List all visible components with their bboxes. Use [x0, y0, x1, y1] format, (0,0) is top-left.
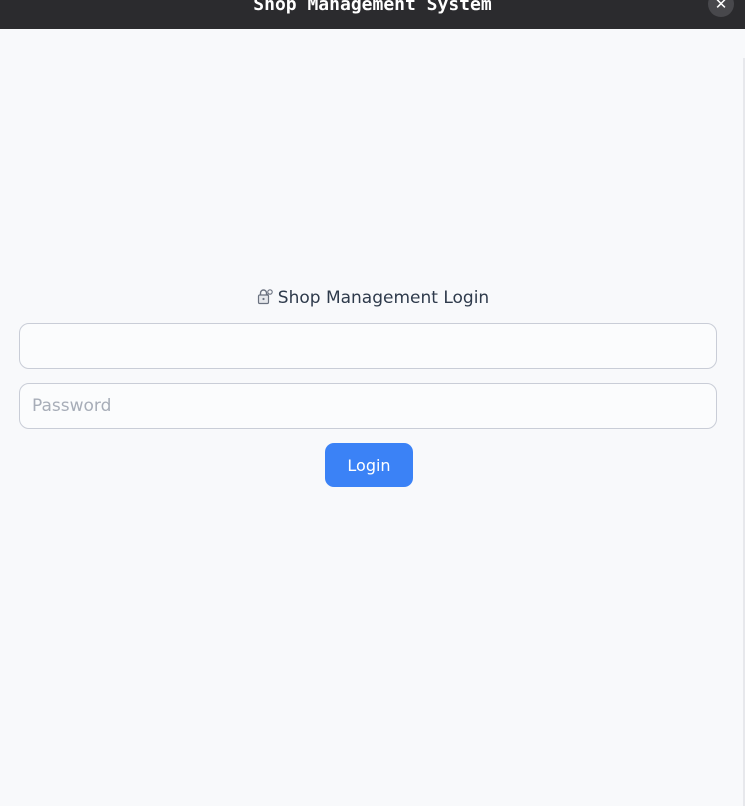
- title-bar: Shop Management System ✕: [0, 0, 745, 29]
- login-heading: Shop Management Login: [0, 288, 745, 310]
- username-field[interactable]: [19, 323, 717, 369]
- login-page: Shop Management Login Login: [0, 29, 745, 806]
- lock-icon: [256, 288, 273, 310]
- login-heading-text: Shop Management Login: [277, 288, 490, 308]
- window-title: Shop Management System: [253, 0, 492, 15]
- password-field[interactable]: [19, 383, 717, 429]
- login-button[interactable]: Login: [325, 443, 413, 487]
